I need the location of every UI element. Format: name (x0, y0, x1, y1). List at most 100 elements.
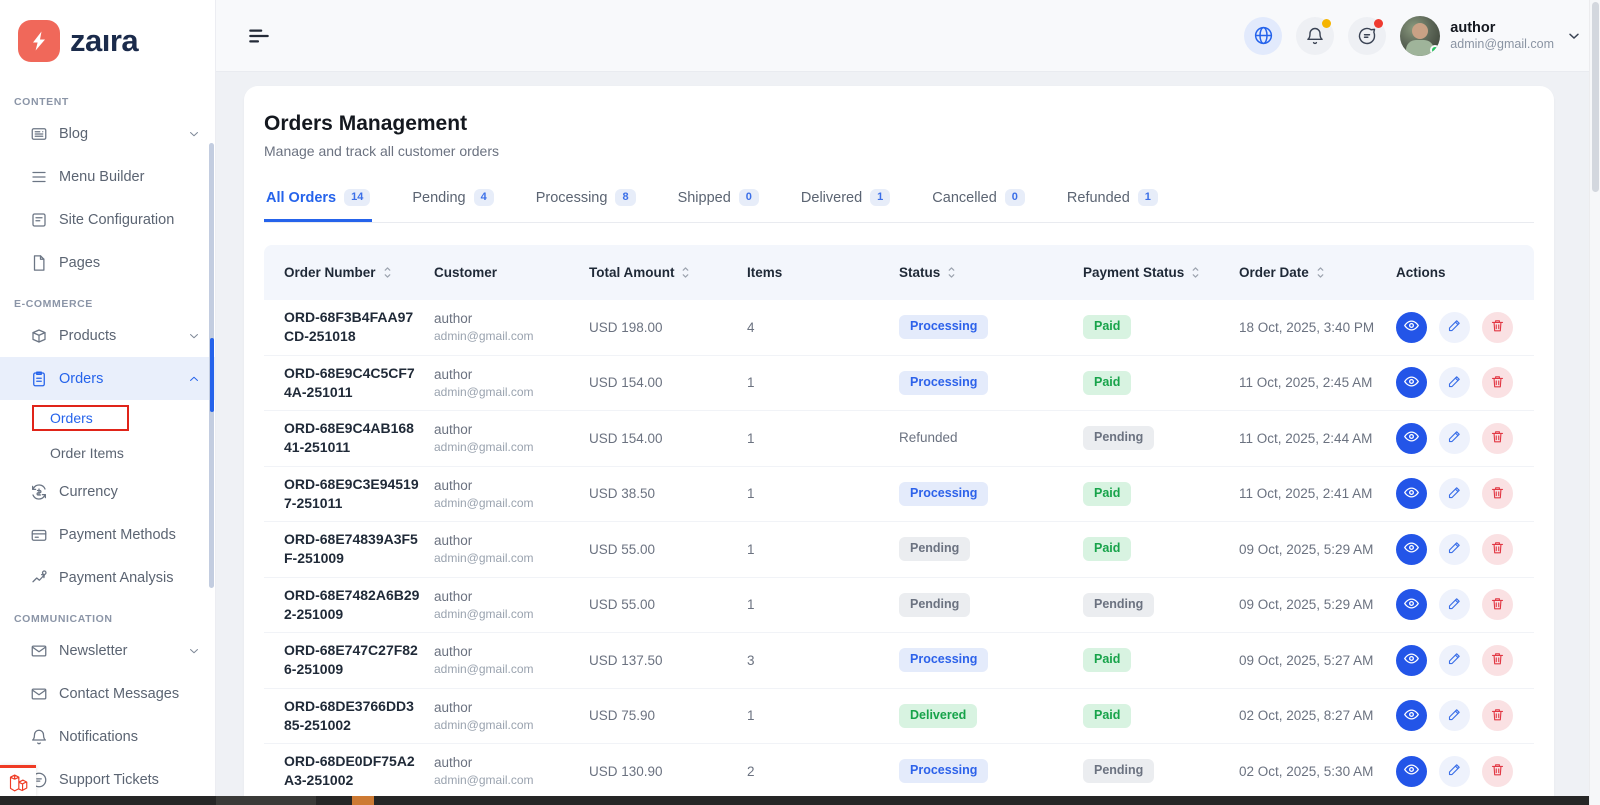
status-badge: Processing (899, 759, 988, 783)
total-amount: USD 130.90 (589, 764, 747, 779)
customer-name: author (434, 589, 589, 604)
user-menu[interactable]: author admin@gmail.com (1400, 16, 1582, 56)
delete-order-button[interactable] (1482, 478, 1513, 509)
payment-status-cell: Pending (1083, 426, 1239, 450)
payment-methods-icon (30, 526, 48, 544)
sidebar-item-pages[interactable]: Pages (0, 241, 215, 284)
sidebar-item-site-configuration[interactable]: Site Configuration (0, 198, 215, 241)
edit-order-button[interactable] (1439, 423, 1470, 454)
tab-delivered[interactable]: Delivered1 (799, 181, 892, 222)
customer-email: admin@gmail.com (434, 607, 589, 621)
notifications-icon (30, 728, 48, 746)
column-header-status[interactable]: Status (899, 265, 1083, 280)
payment-status-cell: Paid (1083, 648, 1239, 672)
eye-icon (1403, 595, 1420, 615)
column-header-total-amount[interactable]: Total Amount (589, 265, 747, 280)
language-button[interactable] (1244, 17, 1282, 55)
sidebar-subitem-order-items[interactable]: Order Items (0, 435, 215, 470)
brand[interactable]: zaıra (0, 0, 215, 78)
currency-icon (30, 483, 48, 501)
customer-email: admin@gmail.com (434, 385, 589, 399)
page-scrollbar-thumb[interactable] (1592, 2, 1599, 192)
edit-order-button[interactable] (1439, 312, 1470, 343)
view-order-button[interactable] (1396, 645, 1427, 676)
delete-order-button[interactable] (1482, 312, 1513, 343)
column-header-payment-status[interactable]: Payment Status (1083, 265, 1239, 280)
delete-order-button[interactable] (1482, 645, 1513, 676)
delete-order-button[interactable] (1482, 756, 1513, 787)
sidebar-item-label: Payment Analysis (59, 570, 173, 586)
sidebar-subitem-orders[interactable]: Orders (0, 400, 215, 435)
sidebar-item-contact-messages[interactable]: Contact Messages (0, 672, 215, 715)
delete-order-button[interactable] (1482, 367, 1513, 398)
view-order-button[interactable] (1396, 478, 1427, 509)
edit-order-button[interactable] (1439, 367, 1470, 398)
delete-order-button[interactable] (1482, 534, 1513, 565)
globe-icon (1253, 25, 1274, 46)
view-order-button[interactable] (1396, 367, 1427, 398)
orders-table: Order NumberCustomerTotal AmountItemsSta… (264, 245, 1534, 800)
actions-cell (1396, 367, 1534, 398)
laravel-debugbar-toggle[interactable] (0, 765, 36, 797)
edit-order-button[interactable] (1439, 478, 1470, 509)
edit-order-button[interactable] (1439, 589, 1470, 620)
view-order-button[interactable] (1396, 700, 1427, 731)
sidebar-item-orders[interactable]: Orders (0, 357, 215, 400)
column-header-actions: Actions (1396, 265, 1534, 280)
tab-cancelled[interactable]: Cancelled0 (930, 181, 1027, 222)
edit-order-button[interactable] (1439, 534, 1470, 565)
table-row: ORD-68F3B4FAA97CD-251018 author admin@gm… (264, 300, 1534, 356)
topbar: author admin@gmail.com (216, 0, 1600, 72)
edit-order-button[interactable] (1439, 700, 1470, 731)
page-title: Orders Management (264, 112, 1534, 136)
tab-processing[interactable]: Processing8 (534, 181, 638, 222)
delete-order-button[interactable] (1482, 423, 1513, 454)
view-order-button[interactable] (1396, 312, 1427, 343)
sidebar-item-notifications[interactable]: Notifications (0, 715, 215, 758)
sidebar-item-label: Pages (59, 255, 100, 271)
tab-pending[interactable]: Pending4 (410, 181, 495, 222)
messages-button[interactable] (1348, 17, 1386, 55)
payment-status-cell: Pending (1083, 593, 1239, 617)
sidebar-toggle-button[interactable] (242, 19, 276, 53)
payment-status-cell: Paid (1083, 537, 1239, 561)
view-order-button[interactable] (1396, 534, 1427, 565)
sidebar-item-payment-analysis[interactable]: Payment Analysis (0, 556, 215, 599)
edit-order-button[interactable] (1439, 645, 1470, 676)
sidebar-item-newsletter[interactable]: Newsletter (0, 629, 215, 672)
column-header-order-date[interactable]: Order Date (1239, 265, 1396, 280)
sidebar-item-products[interactable]: Products (0, 314, 215, 357)
view-order-button[interactable] (1396, 589, 1427, 620)
view-order-button[interactable] (1396, 423, 1427, 454)
debugbar-strip[interactable] (0, 796, 1600, 805)
sidebar-item-menu-builder[interactable]: Menu Builder (0, 155, 215, 198)
sidebar-item-label: Notifications (59, 729, 138, 745)
tab-shipped[interactable]: Shipped0 (676, 181, 761, 222)
sidebar-item-payment-methods[interactable]: Payment Methods (0, 513, 215, 556)
notifications-button[interactable] (1296, 17, 1334, 55)
contact-messages-icon (30, 685, 48, 703)
column-header-order-number[interactable]: Order Number (284, 265, 434, 280)
order-date: 02 Oct, 2025, 8:27 AM (1239, 708, 1396, 723)
customer-name: author (434, 700, 589, 715)
tab-all-orders[interactable]: All Orders14 (264, 181, 372, 222)
sort-icon (946, 266, 957, 279)
sidebar-item-blog[interactable]: Blog (0, 112, 215, 155)
sidebar-item-currency[interactable]: Currency (0, 470, 215, 513)
orders-icon (30, 370, 48, 388)
column-header-customer: Customer (434, 265, 589, 280)
tab-label: Refunded (1067, 190, 1130, 206)
view-order-button[interactable] (1396, 756, 1427, 787)
edit-order-button[interactable] (1439, 756, 1470, 787)
laravel-icon (8, 773, 28, 793)
delete-order-button[interactable] (1482, 589, 1513, 620)
order-number: ORD-68E74839A3F5F-251009 (284, 530, 434, 568)
tab-count-badge: 0 (739, 189, 759, 206)
tab-refunded[interactable]: Refunded1 (1065, 181, 1160, 222)
page-scrollbar[interactable] (1589, 0, 1600, 805)
sidebar-item-label: Newsletter (59, 643, 128, 659)
delete-order-button[interactable] (1482, 700, 1513, 731)
items-count: 1 (747, 597, 899, 612)
sidebar-item-label: Contact Messages (59, 686, 179, 702)
table-row: ORD-68DE3766DD385-251002 author admin@gm… (264, 689, 1534, 745)
